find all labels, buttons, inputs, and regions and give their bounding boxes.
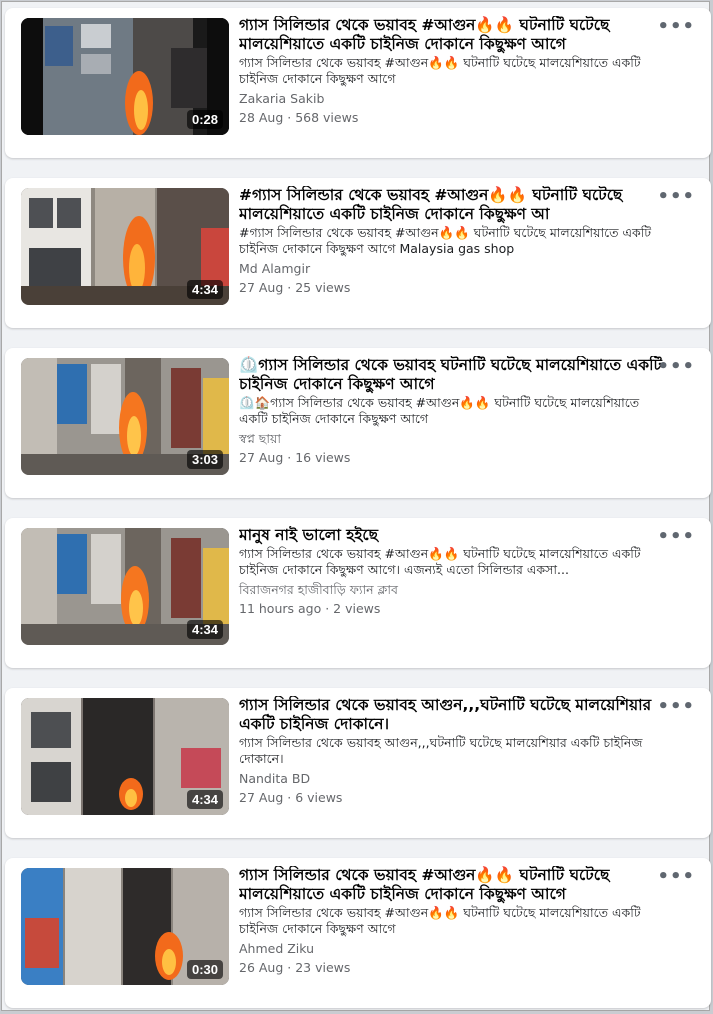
video-author[interactable]: Md Alamgir bbox=[239, 260, 669, 277]
video-description: গ্যাস সিলিন্ডার থেকে ভয়াবহ #আগুন🔥🔥 ঘটনা… bbox=[239, 55, 645, 86]
more-options-icon[interactable]: ••• bbox=[657, 18, 695, 36]
video-info: #গ্যাস সিলিন্ডার থেকে ভয়াবহ #আগুন🔥🔥 ঘটন… bbox=[239, 186, 669, 296]
video-result-card[interactable]: 0:30 গ্যাস সিলিন্ডার থেকে ভয়াবহ #আগুন🔥🔥… bbox=[5, 858, 711, 1008]
video-title[interactable]: #গ্যাস সিলিন্ডার থেকে ভয়াবহ #আগুন🔥🔥 ঘটন… bbox=[239, 186, 669, 224]
video-title[interactable]: মানুষ নাই ভালো হইছে bbox=[239, 526, 669, 545]
video-info: গ্যাস সিলিন্ডার থেকে ভয়াবহ #আগুন🔥🔥 ঘটনা… bbox=[239, 866, 669, 976]
video-title[interactable]: গ্যাস সিলিন্ডার থেকে ভয়াবহ #আগুন🔥🔥 ঘটনা… bbox=[239, 866, 669, 904]
video-author[interactable]: Zakaria Sakib bbox=[239, 90, 669, 107]
video-info: ⏲️গ্যাস সিলিন্ডার থেকে ভয়াবহ ঘটনাটি ঘটে… bbox=[239, 356, 669, 466]
video-duration: 4:34 bbox=[186, 620, 223, 639]
video-duration: 0:28 bbox=[186, 110, 223, 129]
video-meta: 27 Aug · 6 views bbox=[239, 790, 343, 805]
video-description: গ্যাস সিলিন্ডার থেকে ভয়াবহ #আগুন🔥🔥 ঘটনা… bbox=[239, 905, 645, 936]
video-meta: 26 Aug · 23 views bbox=[239, 960, 351, 975]
video-result-card[interactable]: 0:28 গ্যাস সিলিন্ডার থেকে ভয়াবহ #আগুন🔥🔥… bbox=[5, 8, 711, 158]
video-thumbnail[interactable]: 0:28 bbox=[21, 18, 229, 135]
video-info: গ্যাস সিলিন্ডার থেকে ভয়াবহ #আগুন🔥🔥 ঘটনা… bbox=[239, 16, 669, 126]
video-result-card[interactable]: 4:34 গ্যাস সিলিন্ডার থেকে ভয়াবহ আগুন,,,… bbox=[5, 688, 711, 838]
video-duration: 4:34 bbox=[186, 790, 223, 809]
video-result-card[interactable]: 4:34 মানুষ নাই ভালো হইছে গ্যাস সিলিন্ডার… bbox=[5, 518, 711, 668]
video-result-card[interactable]: 3:03 ⏲️গ্যাস সিলিন্ডার থেকে ভয়াবহ ঘটনাট… bbox=[5, 348, 711, 498]
more-options-icon[interactable]: ••• bbox=[657, 188, 695, 206]
video-title[interactable]: গ্যাস সিলিন্ডার থেকে ভয়াবহ আগুন,,,ঘটনাট… bbox=[239, 696, 669, 734]
video-thumbnail[interactable]: 4:34 bbox=[21, 528, 229, 645]
video-info: গ্যাস সিলিন্ডার থেকে ভয়াবহ আগুন,,,ঘটনাট… bbox=[239, 696, 669, 806]
more-options-icon[interactable]: ••• bbox=[657, 698, 695, 716]
video-title[interactable]: গ্যাস সিলিন্ডার থেকে ভয়াবহ #আগুন🔥🔥 ঘটনা… bbox=[239, 16, 669, 54]
video-title[interactable]: ⏲️গ্যাস সিলিন্ডার থেকে ভয়াবহ ঘটনাটি ঘটে… bbox=[239, 356, 669, 394]
video-meta: 27 Aug · 25 views bbox=[239, 280, 351, 295]
video-thumbnail[interactable]: 3:03 bbox=[21, 358, 229, 475]
video-author[interactable]: Ahmed Ziku bbox=[239, 940, 669, 957]
video-thumbnail[interactable]: 4:34 bbox=[21, 698, 229, 815]
more-options-icon[interactable]: ••• bbox=[657, 868, 695, 886]
more-options-icon[interactable]: ••• bbox=[657, 358, 695, 376]
video-description: গ্যাস সিলিন্ডার থেকে ভয়াবহ #আগুন🔥🔥 ঘটনা… bbox=[239, 546, 645, 577]
video-meta: 11 hours ago · 2 views bbox=[239, 601, 381, 616]
video-meta: 27 Aug · 16 views bbox=[239, 450, 351, 465]
video-description: #গ্যাস সিলিন্ডার থেকে ভয়াবহ #আগুন🔥🔥 ঘটন… bbox=[239, 225, 656, 256]
video-result-card[interactable]: 4:34 #গ্যাস সিলিন্ডার থেকে ভয়াবহ #আগুন🔥… bbox=[5, 178, 711, 328]
video-description: ⏲️🏠গ্যাস সিলিন্ডার থেকে ভয়াবহ #আগুন🔥🔥 ঘ… bbox=[239, 395, 644, 426]
more-options-icon[interactable]: ••• bbox=[657, 528, 695, 546]
video-info: মানুষ নাই ভালো হইছে গ্যাস সিলিন্ডার থেকে… bbox=[239, 526, 669, 617]
video-author[interactable]: বিরাজনগর হাজীবাড়ি ফ্যান ক্লাব bbox=[239, 581, 669, 598]
video-duration: 3:03 bbox=[186, 450, 223, 469]
video-description: গ্যাস সিলিন্ডার থেকে ভয়াবহ আগুন,,,ঘটনাট… bbox=[239, 735, 647, 766]
video-search-results: 0:28 গ্যাস সিলিন্ডার থেকে ভয়াবহ #আগুন🔥🔥… bbox=[1, 1, 711, 1011]
video-duration: 4:34 bbox=[186, 280, 223, 299]
video-thumbnail[interactable]: 4:34 bbox=[21, 188, 229, 305]
video-author[interactable]: Nandita BD bbox=[239, 770, 669, 787]
video-thumbnail[interactable]: 0:30 bbox=[21, 868, 229, 985]
video-duration: 0:30 bbox=[186, 960, 223, 979]
video-meta: 28 Aug · 568 views bbox=[239, 110, 359, 125]
video-author[interactable]: স্বপ্ন ছায়া bbox=[239, 430, 669, 447]
